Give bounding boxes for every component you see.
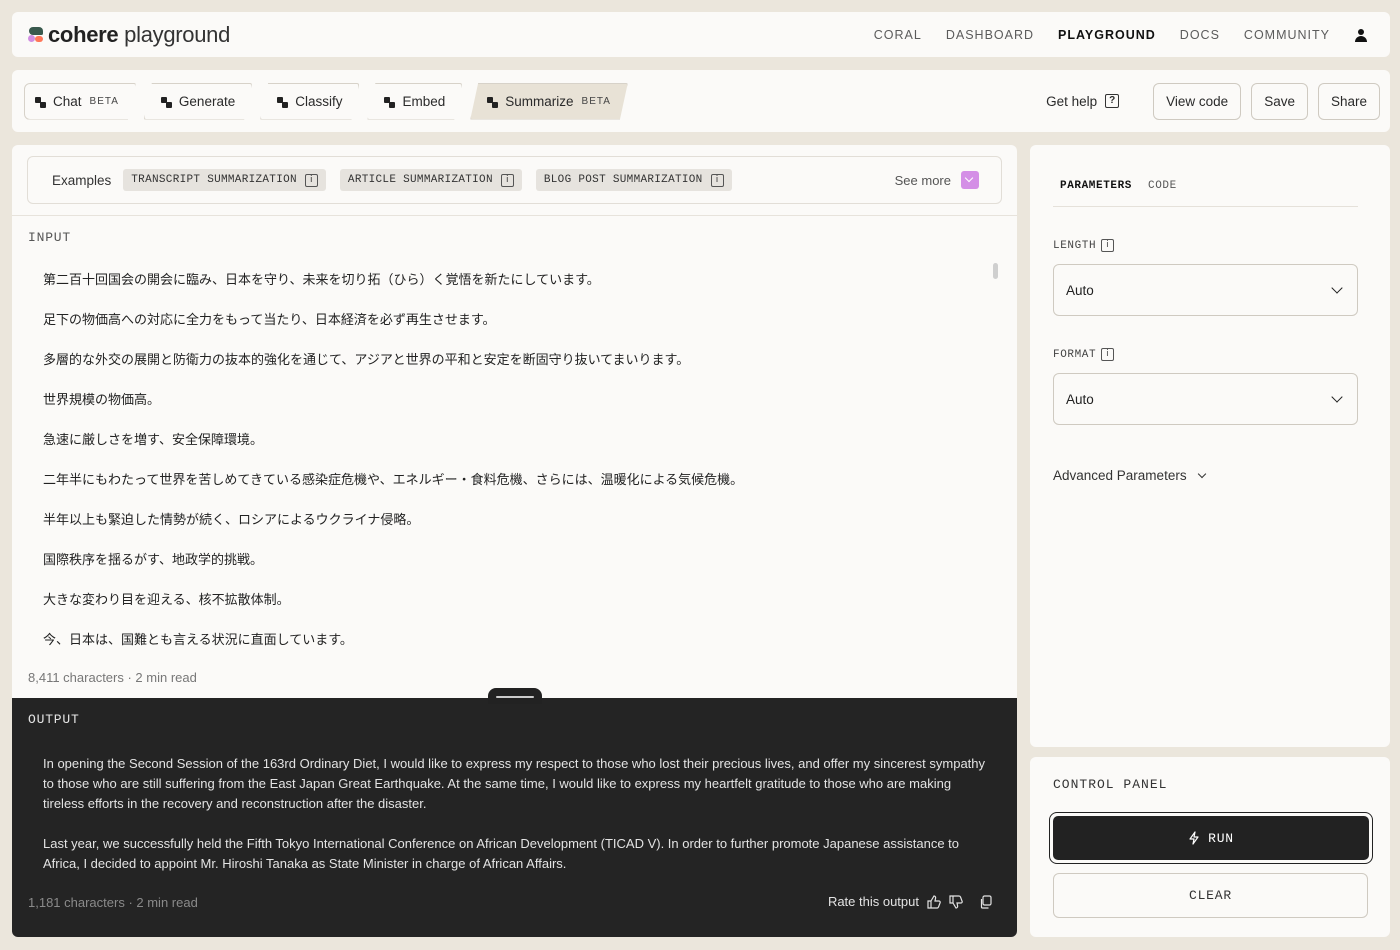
tab-label: Generate	[178, 93, 236, 109]
tab-chat[interactable]: Chat BETA	[24, 83, 136, 120]
cohere-logo[interactable]: cohere playground	[28, 22, 230, 48]
info-icon[interactable]: i	[1101, 239, 1115, 252]
summarize-workspace: Examples TRANSCRIPT SUMMARIZATION i ARTIC…	[12, 145, 1017, 937]
control-panel: CONTROL PANEL RUN CLEAR	[1030, 757, 1390, 937]
length-value: Auto	[1066, 282, 1094, 298]
format-value: Auto	[1066, 391, 1094, 407]
nav-link-docs[interactable]: DOCS	[1180, 28, 1220, 42]
nav-link-playground[interactable]: PLAYGROUND	[1058, 28, 1156, 42]
tab-parameters[interactable]: PARAMETERS	[1060, 180, 1132, 206]
examples-bar: Examples TRANSCRIPT SUMMARIZATION i ARTIC…	[27, 156, 1002, 204]
save-button[interactable]: Save	[1251, 82, 1308, 120]
info-icon[interactable]: i	[710, 173, 724, 187]
see-more-label: See more	[894, 172, 951, 188]
advanced-parameters-toggle[interactable]: Advanced Parameters	[1053, 468, 1206, 483]
input-textarea[interactable]: 第二百十回国会の開会に臨み、日本を守り、未来を切り拓（ひら）く覚悟を新たにしてい…	[43, 269, 983, 669]
beta-badge: BETA	[89, 95, 119, 107]
output-label: OUTPUT	[28, 712, 80, 727]
rate-output: Rate this output	[828, 894, 993, 909]
output-paragraph: In opening the Second Session of the 163…	[43, 756, 986, 811]
nav-link-dashboard[interactable]: DASHBOARD	[946, 28, 1034, 42]
input-scrollbar[interactable]	[993, 263, 998, 279]
advanced-parameters-label: Advanced Parameters	[1053, 468, 1187, 483]
input-line: 多層的な外交の展開と防衛力の抜本的強化を通じて、アジアと世界の平和と安定を断固守…	[43, 353, 690, 368]
tab-classify[interactable]: Classify	[260, 83, 359, 120]
length-label: LENGTH i	[1053, 239, 1115, 252]
output-paragraph: Last year, we successfully held the Fift…	[43, 836, 960, 871]
input-label: INPUT	[28, 230, 72, 245]
thumbs-up-icon[interactable]	[927, 894, 941, 909]
control-panel-label: CONTROL PANEL	[1053, 777, 1168, 792]
view-code-button[interactable]: View code	[1153, 82, 1242, 120]
brand-name: cohere playground	[48, 21, 231, 47]
examples-label: Examples	[52, 172, 112, 188]
embed-icon	[384, 97, 396, 108]
top-nav: cohere playground CORAL DASHBOARD PLAYGR…	[12, 12, 1390, 57]
tab-generate[interactable]: Generate	[144, 83, 252, 120]
get-help-link[interactable]: Get help ?	[1046, 93, 1120, 109]
tab-label: Embed	[402, 93, 446, 109]
output-area: OUTPUT In opening the Second Session of …	[12, 698, 1017, 937]
see-more-button[interactable]: See more	[895, 171, 979, 189]
example-chip-transcript[interactable]: TRANSCRIPT SUMMARIZATION i	[123, 169, 326, 191]
example-chip-blog-post[interactable]: BLOG POST SUMMARIZATION i	[535, 169, 732, 191]
input-line: 大きな変わり目を迎える、核不拡散体制。	[43, 593, 290, 608]
generate-icon	[161, 97, 173, 108]
copy-icon[interactable]	[979, 894, 993, 909]
tab-label: Classify	[295, 93, 343, 109]
length-select[interactable]: Auto	[1053, 264, 1358, 316]
nav-link-coral[interactable]: CORAL	[874, 28, 922, 42]
input-line: 半年以上も緊迫した情勢が続く、ロシアによるウクライナ侵略。	[43, 513, 420, 528]
chat-icon	[35, 97, 47, 108]
parameters-panel: PARAMETERS CODE LENGTH i Auto FORMAT i A…	[1030, 145, 1390, 747]
input-character-count: 8,411 characters · 2 min read	[28, 670, 197, 685]
tab-summarize[interactable]: Summarize BETA	[470, 83, 628, 120]
chevron-down-icon[interactable]	[961, 171, 979, 189]
thumbs-down-icon[interactable]	[949, 894, 963, 909]
input-line: 今、日本は、国難とも言える状況に直面しています。	[43, 633, 353, 648]
info-icon[interactable]: i	[1101, 348, 1115, 361]
tab-label: Chat	[53, 93, 82, 109]
input-line: 国際秩序を揺るがす、地政学的挑戦。	[43, 553, 263, 568]
user-account-icon[interactable]	[1354, 28, 1368, 42]
chevron-down-icon	[1197, 469, 1206, 478]
beta-badge: BETA	[581, 95, 611, 107]
divider	[12, 215, 1017, 216]
rate-output-label: Rate this output	[827, 894, 919, 909]
help-icon: ?	[1105, 94, 1120, 108]
tab-label: Summarize	[505, 93, 574, 109]
resize-handle[interactable]	[488, 688, 542, 704]
example-chip-article[interactable]: ARTICLE SUMMARIZATION i	[339, 169, 522, 191]
tab-embed[interactable]: Embed	[367, 83, 462, 120]
info-icon[interactable]: i	[500, 173, 514, 187]
input-line: 世界規模の物価高。	[43, 393, 161, 408]
parameters-tabs: PARAMETERS CODE	[1053, 180, 1358, 207]
chevron-down-icon	[1331, 282, 1343, 294]
summarize-icon	[487, 97, 499, 108]
info-icon[interactable]: i	[304, 173, 318, 187]
lightning-icon	[1189, 831, 1199, 845]
nav-link-community[interactable]: COMMUNITY	[1244, 28, 1330, 42]
classify-icon	[277, 97, 289, 108]
output-text: In opening the Second Session of the 163…	[43, 754, 988, 894]
output-character-count: 1,181 characters · 2 min read	[28, 895, 198, 910]
clear-button[interactable]: CLEAR	[1053, 873, 1368, 918]
format-select[interactable]: Auto	[1053, 373, 1358, 425]
run-button[interactable]: RUN	[1049, 812, 1373, 864]
format-label: FORMAT i	[1053, 348, 1115, 361]
input-line: 足下の物価高への対応に全力をもって当たり、日本経済を必ず再生させます。	[43, 313, 496, 328]
cohere-logo-icon	[28, 26, 44, 43]
input-line: 第二百十回国会の開会に臨み、日本を守り、未来を切り拓（ひら）く覚悟を新たにしてい…	[43, 273, 600, 288]
get-help-label: Get help	[1046, 93, 1098, 109]
run-label: RUN	[1208, 830, 1234, 846]
tab-code[interactable]: CODE	[1148, 180, 1177, 206]
input-line: 二年半にもわたって世界を苦しめてきている感染症危機や、エネルギー・食料危機、さら…	[43, 473, 744, 488]
input-line: 急速に厳しさを増す、安全保障環境。	[43, 433, 263, 448]
share-button[interactable]: Share	[1317, 82, 1380, 120]
mode-toolbar: Chat BETA Generate Classify Embed Summar…	[12, 70, 1390, 132]
chevron-down-icon	[1331, 391, 1343, 403]
